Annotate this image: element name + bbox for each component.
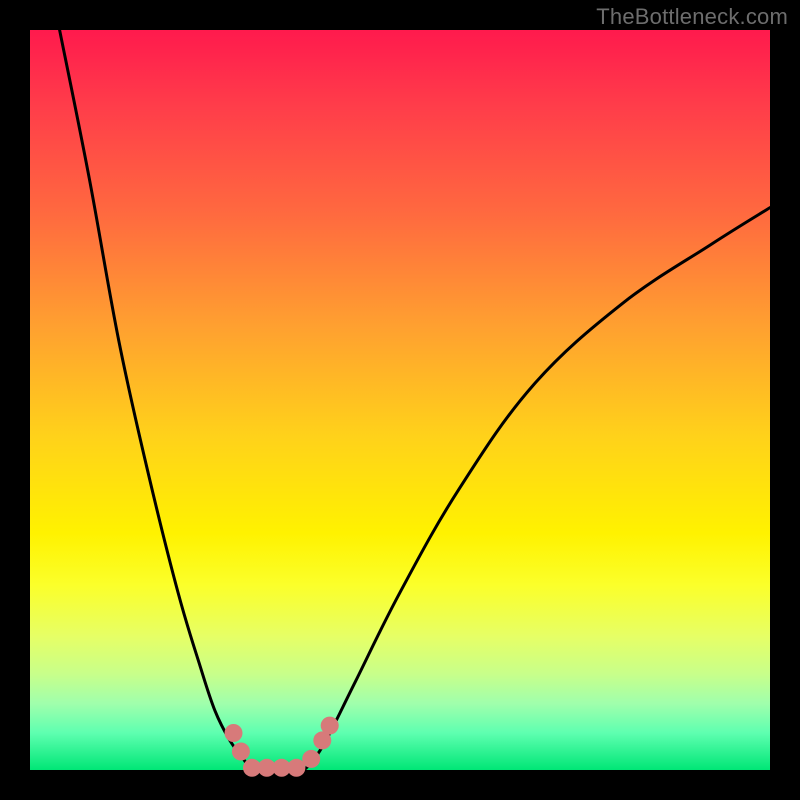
marker-dot (321, 717, 339, 735)
marker-dot (232, 743, 250, 761)
chart-overlay (30, 30, 770, 770)
watermark-text: TheBottleneck.com (596, 4, 788, 30)
marker-group (225, 717, 339, 777)
chart-frame: TheBottleneck.com (0, 0, 800, 800)
curve-right-curve (304, 208, 770, 770)
marker-dot (302, 750, 320, 768)
marker-dot (225, 724, 243, 742)
curve-left-curve (60, 30, 252, 770)
curve-group (60, 30, 770, 770)
